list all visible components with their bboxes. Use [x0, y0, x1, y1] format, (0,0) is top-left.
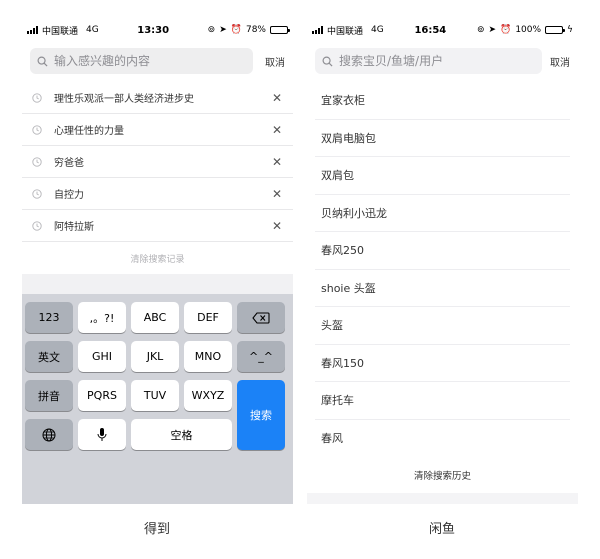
globe-key[interactable] [25, 419, 73, 450]
search-icon [37, 56, 48, 67]
history-item[interactable]: 双肩电脑包 [315, 120, 570, 157]
key-def[interactable]: DEF [184, 302, 232, 333]
status-time: 13:30 [137, 24, 170, 36]
search-history-list: 理性乐观派一部人类经济进步史 ✕ 心理任性的力量 ✕ 穷爸爸 ✕ 自控力 ✕ 阿特拉斯 ✕ [22, 82, 293, 242]
cancel-button[interactable]: 取消 [550, 54, 570, 69]
history-item[interactable]: 心理任性的力量 ✕ [22, 114, 293, 146]
signal-icon [312, 26, 323, 34]
key-mno[interactable]: MNO [184, 341, 232, 372]
keyboard: 123 ,。?! ABC DEF 英文 GHI JKL MNO ^_^ 拼音 P… [22, 294, 293, 504]
close-icon[interactable]: ✕ [271, 219, 283, 233]
key-123[interactable]: 123 [25, 302, 73, 333]
clock-icon [32, 88, 46, 107]
location-icon: ➤ [219, 25, 227, 35]
battery-percent: 78% [245, 25, 266, 35]
history-item[interactable]: 自控力 ✕ [22, 178, 293, 210]
key-wxyz[interactable]: WXYZ [184, 380, 232, 411]
history-item[interactable]: shoie 头盔 [315, 270, 570, 307]
status-bar: 中国联通 4G 13:30 ⊚ ➤ ⏰ 78% [22, 20, 293, 40]
search-history-list: 宜家衣柜 双肩电脑包 双肩包 贝纳利小迅龙 春风250 shoie 头盔 头盔 春风150 摩托… [307, 82, 578, 457]
space-key[interactable]: 空格 [131, 419, 232, 450]
close-icon[interactable]: ✕ [271, 91, 283, 105]
key-english[interactable]: 英文 [25, 341, 73, 372]
history-item[interactable]: 双肩包 [315, 157, 570, 195]
history-item[interactable]: 春风 [315, 420, 570, 458]
key-pinyin[interactable]: 拼音 [25, 380, 73, 411]
lock-rotation-icon: ⊚ [207, 25, 216, 35]
clock-icon [32, 120, 46, 139]
xianyu-screen: 中国联通 4G 16:54 ⊚ ➤ ⏰ 100% ϟ 取消 宜家衣柜双肩电脑包双… [307, 20, 578, 504]
key-ghi[interactable]: GHI [78, 341, 126, 372]
alarm-icon: ⏰ [500, 25, 512, 35]
location-icon: ➤ [488, 25, 497, 35]
history-item[interactable]: 春风250 [315, 232, 570, 270]
status-bar: 中国联通 4G 16:54 ⊚ ➤ ⏰ 100% ϟ [307, 20, 578, 40]
microphone-icon [97, 428, 107, 441]
history-item-label: 心理任性的力量 [54, 126, 124, 137]
history-item[interactable]: 阿特拉斯 ✕ [22, 210, 293, 242]
search-key[interactable]: 搜索 [237, 380, 285, 450]
search-input[interactable] [54, 54, 246, 68]
charging-icon: ϟ [567, 25, 573, 35]
carrier-label: 中国联通 [327, 26, 364, 37]
battery-icon [545, 26, 566, 34]
clear-history-button[interactable]: 清除搜索历史 [307, 457, 578, 493]
history-item-label: 阿特拉斯 [54, 222, 94, 233]
history-item[interactable]: 摩托车 [315, 382, 570, 420]
battery-percent: 100% [515, 25, 542, 35]
history-item[interactable]: 穷爸爸 ✕ [22, 146, 293, 178]
history-item[interactable]: 宜家衣柜 [315, 82, 570, 120]
carrier-label: 中国联通 [42, 26, 79, 37]
backspace-key[interactable] [237, 302, 285, 333]
history-item[interactable]: 理性乐观派一部人类经济进步史 ✕ [22, 82, 293, 114]
search-box[interactable] [315, 48, 542, 74]
history-item-label: 理性乐观派一部人类经济进步史 [54, 94, 194, 105]
key-pqrs[interactable]: PQRS [78, 380, 126, 411]
backspace-icon [252, 311, 270, 324]
alarm-icon: ⏰ [230, 25, 242, 35]
close-icon[interactable]: ✕ [271, 123, 283, 137]
key-punctuation[interactable]: ,。?! [78, 302, 126, 333]
history-item[interactable]: 贝纳利小迅龙 [315, 195, 570, 232]
clock-icon [32, 216, 46, 235]
close-icon[interactable]: ✕ [271, 155, 283, 169]
caption-right: 闲鱼 [428, 522, 455, 537]
key-jkl[interactable]: JKL [131, 341, 179, 372]
network-label: 4G [371, 25, 384, 35]
caption-left: 得到 [143, 522, 170, 537]
clear-history-button[interactable]: 清除搜索记录 [22, 242, 293, 274]
cancel-button[interactable]: 取消 [265, 54, 285, 69]
history-item-label: 穷爸爸 [54, 158, 84, 169]
search-input[interactable] [339, 54, 535, 68]
status-time: 16:54 [414, 24, 447, 36]
search-icon [322, 56, 333, 67]
close-icon[interactable]: ✕ [271, 187, 283, 201]
network-label: 4G [86, 25, 99, 35]
clock-icon [32, 152, 46, 171]
key-tuv[interactable]: TUV [131, 380, 179, 411]
history-item[interactable]: 头盔 [315, 307, 570, 345]
signal-icon [27, 26, 38, 34]
key-abc[interactable]: ABC [131, 302, 179, 333]
microphone-key[interactable] [78, 419, 126, 450]
dedao-screen: 中国联通 4G 13:30 ⊚ ➤ ⏰ 78% 取消 理性乐观派一部人类经济进步… [22, 20, 293, 504]
clock-icon [32, 184, 46, 203]
history-item-label: 自控力 [54, 190, 84, 201]
battery-icon [269, 26, 290, 34]
search-bar: 取消 [22, 40, 293, 82]
history-item[interactable]: 春风150 [315, 345, 570, 382]
key-emoticon[interactable]: ^_^ [237, 341, 285, 372]
lock-rotation-icon: ⊚ [477, 25, 485, 35]
search-box[interactable] [30, 48, 253, 74]
globe-icon [42, 428, 56, 441]
search-bar: 取消 [307, 40, 578, 82]
